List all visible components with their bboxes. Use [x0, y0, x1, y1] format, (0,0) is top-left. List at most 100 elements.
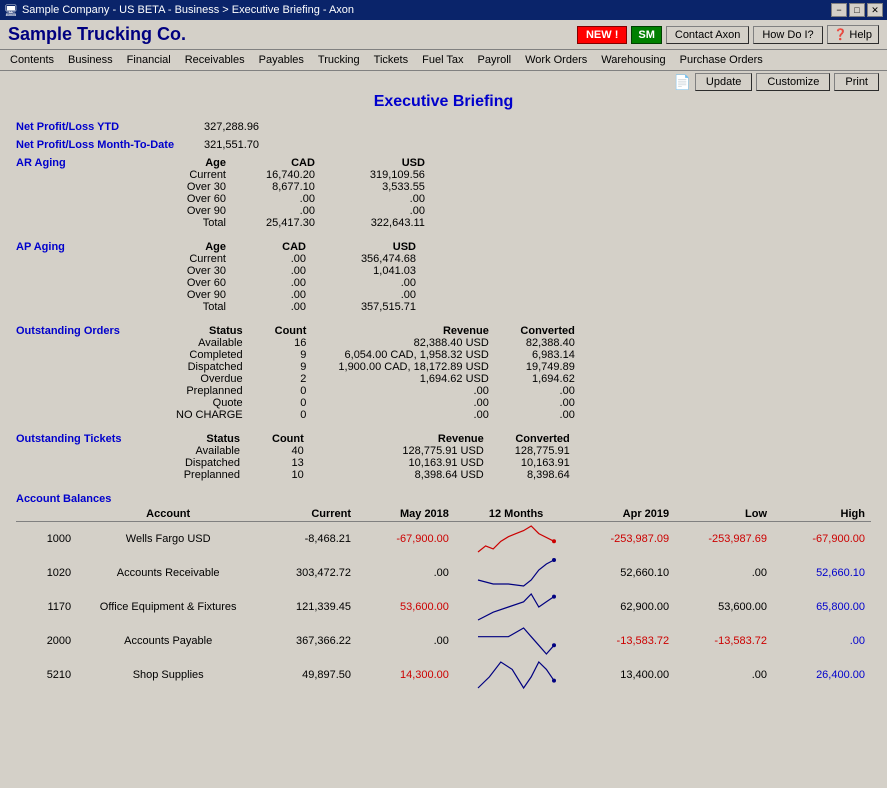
customize-button[interactable]: Customize — [756, 73, 830, 91]
help-icon: ❓ — [834, 28, 848, 41]
ar-aging-row: Over 60 .00 .00 — [176, 193, 435, 205]
balance-acct-name: Wells Fargo USD — [77, 522, 259, 557]
menu-item-contents[interactable]: Contents — [4, 52, 60, 68]
balance-chart — [455, 590, 577, 624]
order-converted-cell: 1,694.62 — [505, 373, 585, 385]
ap-age-cell: Over 90 — [176, 289, 246, 301]
order-count-cell: 9 — [259, 361, 323, 373]
balance-apr2019: -253,987.09 — [577, 522, 675, 557]
order-revenue-cell: 82,388.40 USD — [322, 337, 504, 349]
ar-aging-row: Over 30 8,677.10 3,533.55 — [176, 181, 435, 193]
header-buttons: NEW ! SM Contact Axon How Do I? ❓ Help — [577, 25, 879, 44]
window-controls[interactable]: − □ ✕ — [831, 3, 883, 17]
ar-age-cell: Over 60 — [176, 193, 246, 205]
ticket-count-cell: 40 — [256, 445, 320, 457]
ar-cad-cell: 16,740.20 — [246, 169, 335, 181]
menu-item-receivables[interactable]: Receivables — [179, 52, 251, 68]
menu-item-payables[interactable]: Payables — [253, 52, 310, 68]
high-value: 26,400.00 — [816, 669, 865, 681]
maximize-button[interactable]: □ — [849, 3, 865, 17]
balance-row: 2000 Accounts Payable 367,366.22 .00 -13… — [16, 624, 871, 658]
close-button[interactable]: ✕ — [867, 3, 883, 17]
ar-cad-cell: 8,677.10 — [246, 181, 335, 193]
low-value: -13,583.72 — [714, 635, 767, 647]
balance-row: 5210 Shop Supplies 49,897.50 14,300.00 1… — [16, 658, 871, 692]
apr2019-value: 13,400.00 — [620, 669, 669, 681]
tickets-revenue-header: Revenue — [320, 433, 500, 445]
menu-item-tickets[interactable]: Tickets — [368, 52, 414, 68]
ar-age-cell: Total — [176, 217, 246, 229]
menu-item-warehousing[interactable]: Warehousing — [595, 52, 671, 68]
menu-item-fuel-tax[interactable]: Fuel Tax — [416, 52, 469, 68]
ticket-status-cell: Dispatched — [176, 457, 256, 469]
menu-item-work-orders[interactable]: Work Orders — [519, 52, 593, 68]
outstanding-orders-table: Status Count Revenue Converted Available… — [176, 325, 585, 421]
ap-age-cell: Over 30 — [176, 265, 246, 277]
tickets-converted-header: Converted — [500, 433, 580, 445]
app-icon: 🖥 — [4, 4, 18, 17]
menu-item-purchase-orders[interactable]: Purchase Orders — [674, 52, 769, 68]
balance-current: 49,897.50 — [259, 658, 357, 692]
orders-row: Completed 9 6,054.00 CAD, 1,958.32 USD 6… — [176, 349, 585, 361]
order-count-cell: 0 — [259, 397, 323, 409]
menu-item-financial[interactable]: Financial — [121, 52, 177, 68]
sm-button[interactable]: SM — [631, 26, 662, 44]
ap-usd-cell: .00 — [326, 277, 426, 289]
outstanding-tickets-table: Status Count Revenue Converted Available… — [176, 433, 580, 481]
balance-current: 367,366.22 — [259, 624, 357, 658]
ap-usd-cell: 356,474.68 — [326, 253, 426, 265]
ar-usd-cell: .00 — [335, 205, 435, 217]
order-converted-cell: .00 — [505, 385, 585, 397]
balance-apr2019: -13,583.72 — [577, 624, 675, 658]
balance-acct-name: Office Equipment & Fixtures — [77, 590, 259, 624]
how-do-i-button[interactable]: How Do I? — [753, 26, 822, 44]
balance-high: 26,400.00 — [773, 658, 871, 692]
order-count-cell: 2 — [259, 373, 323, 385]
help-button[interactable]: ❓ Help — [827, 25, 879, 44]
orders-row: NO CHARGE 0 .00 .00 — [176, 409, 585, 421]
may2018-value: 14,300.00 — [400, 669, 449, 681]
sparkline-chart — [476, 524, 556, 554]
outstanding-orders-title: Outstanding Orders — [16, 325, 176, 337]
ap-usd-cell: 357,515.71 — [326, 301, 426, 313]
update-button[interactable]: Update — [695, 73, 752, 91]
net-profit-mtd-value: 321,551.70 — [204, 139, 259, 151]
balance-high: 65,800.00 — [773, 590, 871, 624]
menu-item-trucking[interactable]: Trucking — [312, 52, 366, 68]
net-profit-mtd-row: Net Profit/Loss Month-To-Date 321,551.70 — [16, 139, 871, 151]
minimize-button[interactable]: − — [831, 3, 847, 17]
orders-converted-header: Converted — [505, 325, 585, 337]
tickets-row: Dispatched 13 10,163.91 USD 10,163.91 — [176, 457, 580, 469]
balance-acct-num: 2000 — [16, 624, 77, 658]
balance-low: .00 — [675, 556, 773, 590]
high-value: 52,660.10 — [816, 567, 865, 579]
orders-status-header: Status — [176, 325, 259, 337]
ar-cad-cell: .00 — [246, 193, 335, 205]
may2018-value: .00 — [434, 635, 449, 647]
ar-usd-cell: 3,533.55 — [335, 181, 435, 193]
ticket-converted-cell: 128,775.91 — [500, 445, 580, 457]
menu-item-business[interactable]: Business — [62, 52, 119, 68]
orders-row: Dispatched 9 1,900.00 CAD, 18,172.89 USD… — [176, 361, 585, 373]
apr2019-value: -13,583.72 — [617, 635, 670, 647]
sparkline-chart — [476, 626, 556, 656]
balance-acct-num: 1170 — [16, 590, 77, 624]
outstanding-orders-section: Outstanding Orders Status Count Revenue … — [16, 325, 871, 421]
bal-current-header: Current — [259, 507, 357, 522]
high-value: -67,900.00 — [812, 533, 865, 545]
ticket-revenue-cell: 128,775.91 USD — [320, 445, 500, 457]
menu-item-payroll[interactable]: Payroll — [471, 52, 517, 68]
order-status-cell: Overdue — [176, 373, 259, 385]
balance-current: 303,472.72 — [259, 556, 357, 590]
order-count-cell: 0 — [259, 385, 323, 397]
net-profit-ytd-row: Net Profit/Loss YTD 327,288.96 — [16, 121, 871, 133]
contact-axon-button[interactable]: Contact Axon — [666, 26, 749, 44]
ap-aging-row: Over 60 .00 .00 — [176, 277, 426, 289]
balance-current: 121,339.45 — [259, 590, 357, 624]
menu-bar: ContentsBusinessFinancialReceivablesPaya… — [0, 50, 887, 71]
print-button[interactable]: Print — [834, 73, 879, 91]
balance-apr2019: 62,900.00 — [577, 590, 675, 624]
new-button[interactable]: NEW ! — [577, 26, 627, 44]
balance-may2018: .00 — [357, 624, 455, 658]
ar-aging-row: Current 16,740.20 319,109.56 — [176, 169, 435, 181]
